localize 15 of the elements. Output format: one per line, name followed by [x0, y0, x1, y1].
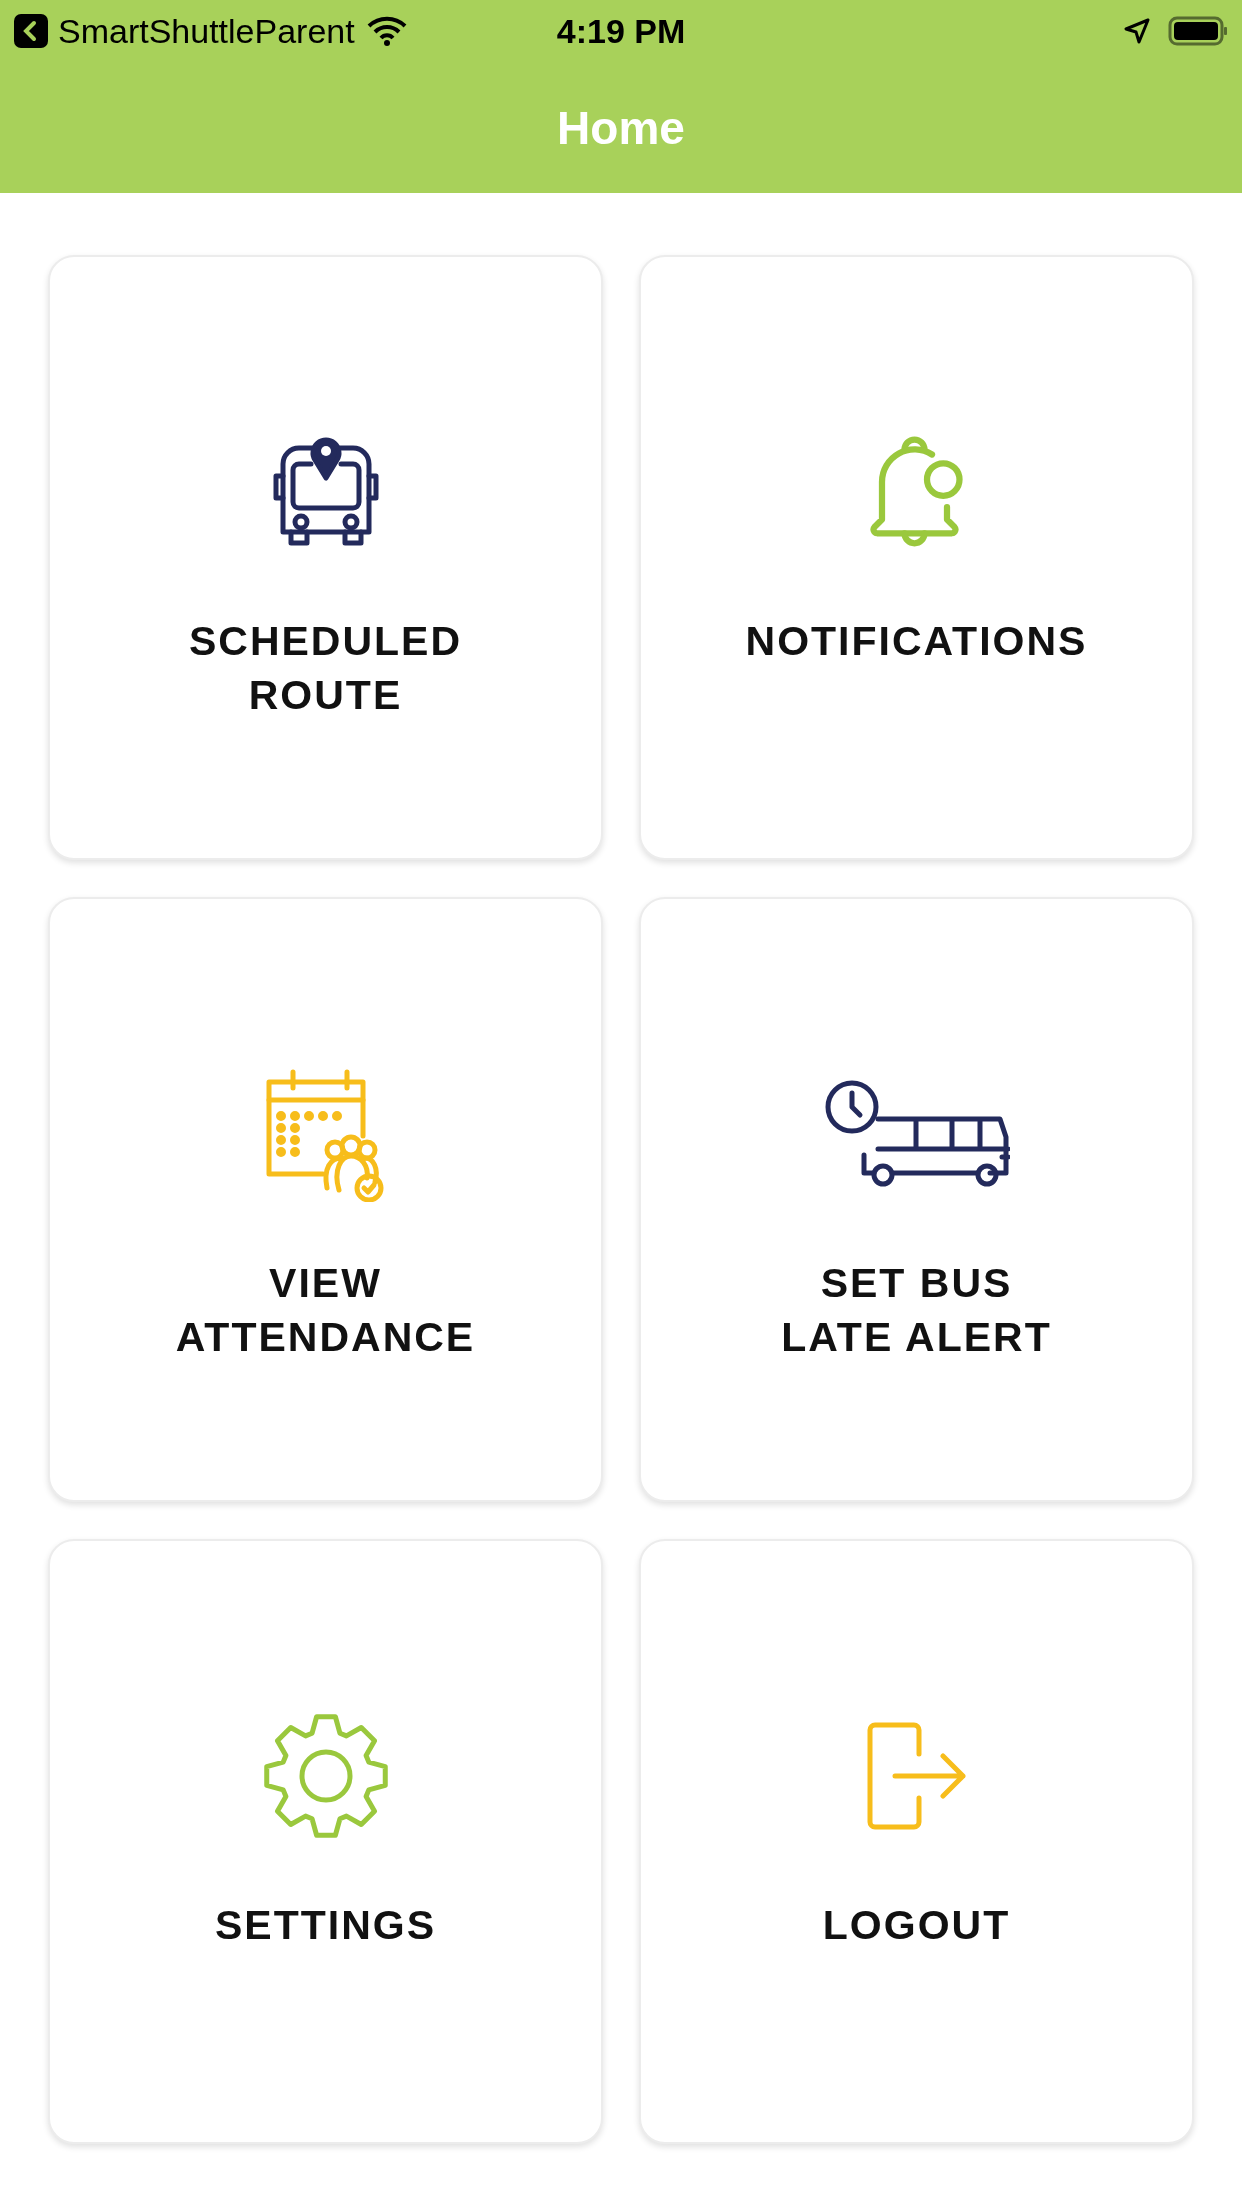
menu-tile[interactable]: VIEW ATTENDANCE — [48, 897, 603, 1502]
back-app-label[interactable]: SmartShuttleParent — [58, 11, 355, 51]
screen-title: Home — [557, 100, 685, 155]
settings-icon — [261, 1712, 390, 1840]
menu-tile[interactable]: LOGOUT — [639, 1539, 1194, 2144]
location-arrow-icon — [1124, 18, 1150, 44]
bus-clock-icon — [823, 1079, 1010, 1189]
battery-icon — [1168, 16, 1228, 46]
back-icon[interactable] — [14, 14, 48, 48]
menu-tile[interactable]: SETTINGS — [48, 1539, 603, 2144]
menu-tile[interactable]: SCHEDULED ROUTE — [48, 255, 603, 860]
menu-tile[interactable]: SET BUS LATE ALERT — [639, 897, 1194, 1502]
menu-tile[interactable]: NOTIFICATIONS — [639, 255, 1194, 860]
status-time: 4:19 PM — [556, 11, 686, 51]
wifi-icon — [366, 16, 407, 46]
